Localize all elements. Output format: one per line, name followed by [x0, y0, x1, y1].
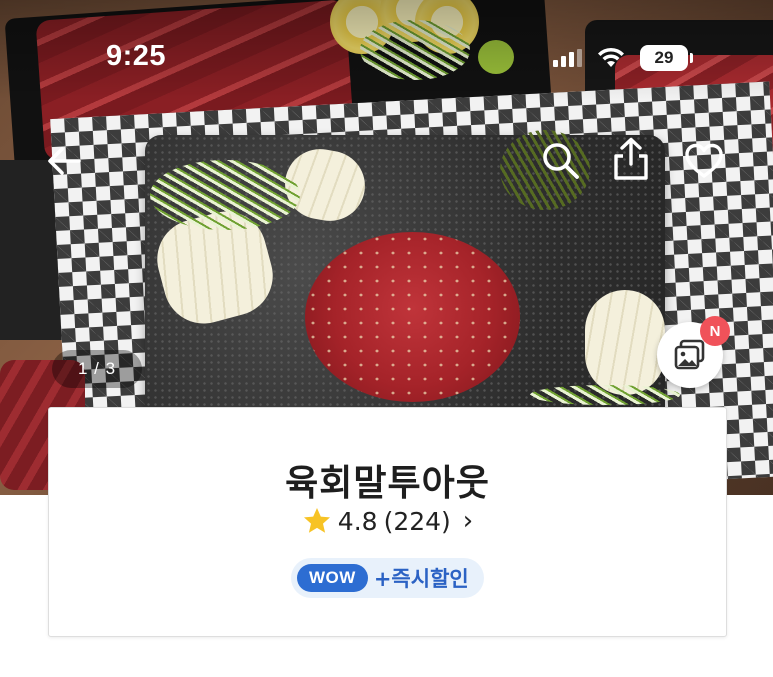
wow-membership-badge: WOW	[297, 564, 368, 592]
hero-garnish	[585, 290, 665, 395]
star-icon	[303, 508, 330, 533]
wifi-icon	[598, 47, 624, 67]
like-button[interactable]	[680, 137, 728, 185]
rating-score: 4.8	[337, 506, 378, 536]
cellular-signal-icon	[553, 49, 582, 67]
search-button[interactable]	[537, 137, 585, 185]
store-info-card: 육회말투아웃 4.8 (224) › WOW +즉시할인	[48, 407, 727, 637]
photo-gallery-icon	[674, 339, 705, 370]
review-count: (224)	[383, 506, 451, 536]
new-photo-badge: N	[700, 316, 730, 346]
status-time: 9:25	[106, 40, 167, 72]
store-name: 육회말투아웃	[285, 463, 490, 504]
back-button[interactable]	[40, 137, 88, 185]
arrow-left-icon	[48, 147, 81, 175]
share-icon	[614, 137, 648, 180]
hero-garnish	[530, 385, 680, 405]
hero-tartare	[305, 232, 520, 402]
share-button[interactable]	[607, 135, 655, 183]
rating-reviews-link[interactable]: 4.8 (224) ›	[49, 506, 726, 536]
wow-discount-badge[interactable]: WOW +즉시할인	[291, 558, 484, 598]
image-page-indicator: 1 / 3	[52, 350, 142, 388]
search-icon	[543, 143, 579, 179]
instant-discount-label: +즉시할인	[373, 567, 469, 591]
store-detail-screen: 9:25 29 1 / 3 N 육회말투아웃 4.8 (224) › WOW +…	[0, 0, 773, 677]
heart-icon	[685, 143, 723, 178]
hero-garnish	[150, 160, 300, 230]
status-icons: 29	[553, 44, 693, 72]
battery-indicator: 29	[640, 45, 693, 71]
chevron-right-icon: ›	[462, 506, 474, 536]
